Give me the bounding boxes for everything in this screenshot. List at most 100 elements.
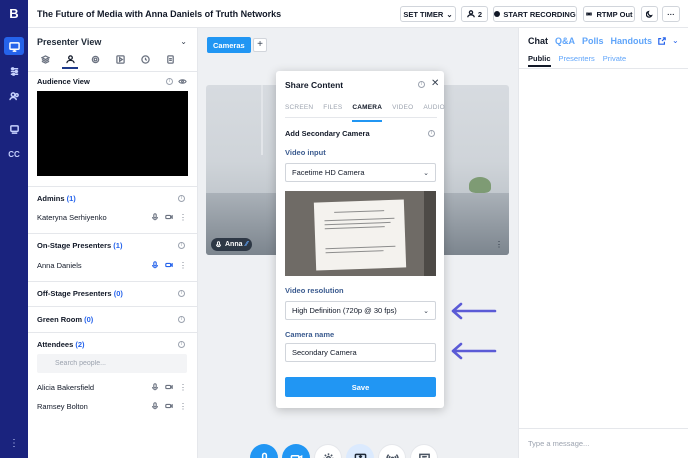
- tab-polls[interactable]: Polls: [582, 36, 604, 46]
- share-content-dialog: Share Content i ✕ SCREEN FILES CAMERA VI…: [276, 71, 445, 408]
- info-icon[interactable]: i: [166, 78, 173, 85]
- eye-icon[interactable]: [178, 78, 187, 85]
- mic-icon[interactable]: [151, 402, 159, 412]
- dark-mode-button[interactable]: [641, 6, 658, 22]
- divider: [28, 233, 198, 234]
- tab-audio[interactable]: AUDIO: [423, 104, 445, 117]
- info-icon[interactable]: i: [178, 316, 185, 323]
- tab-presenter[interactable]: [62, 53, 78, 69]
- message-icon: [418, 453, 430, 458]
- set-timer-button[interactable]: SET TIMER ⌄: [400, 6, 456, 22]
- more-icon[interactable]: ⋮: [179, 262, 187, 270]
- attendee-name: Ramsey Bolton: [37, 402, 88, 411]
- more-options-button[interactable]: ⋮: [4, 434, 24, 452]
- audience-video-preview: [37, 91, 188, 176]
- mic-icon[interactable]: [151, 383, 159, 393]
- camera-icon[interactable]: [165, 261, 173, 271]
- camera-icon[interactable]: [165, 402, 173, 412]
- settings-sliders-button[interactable]: [4, 62, 24, 80]
- attendee-row-controls: ⋮: [151, 402, 187, 412]
- camera-preview: [285, 191, 436, 276]
- tab-qa[interactable]: Q&A: [555, 36, 575, 46]
- video-resolution-select[interactable]: High Definition (720p @ 30 fps) ⌄: [285, 301, 436, 320]
- tab-video[interactable]: VIDEO: [392, 104, 413, 117]
- video-input-select[interactable]: Facetime HD Camera ⌄: [285, 163, 436, 182]
- tab-media[interactable]: [114, 53, 126, 65]
- on-stage-title: On-Stage Presenters (1): [37, 241, 122, 250]
- info-icon[interactable]: i: [178, 341, 185, 348]
- more-icon[interactable]: ⋮: [179, 384, 187, 392]
- settings-button[interactable]: [314, 444, 342, 458]
- person-icon: [467, 10, 475, 18]
- more-icon[interactable]: ⋮: [179, 403, 187, 411]
- rtmp-out-button[interactable]: RTMP Out: [583, 6, 635, 22]
- close-icon[interactable]: ✕: [431, 78, 439, 89]
- more-menu-button[interactable]: ···: [662, 6, 680, 22]
- divider: [28, 332, 198, 333]
- tab-layers[interactable]: [39, 53, 51, 65]
- captions-button[interactable]: [410, 444, 438, 458]
- mic-icon[interactable]: [151, 213, 159, 223]
- info-icon[interactable]: i: [178, 195, 185, 202]
- monitor-icon: [8, 41, 20, 52]
- save-button[interactable]: Save: [285, 377, 436, 397]
- tab-handouts[interactable]: Handouts: [611, 36, 653, 46]
- broadcast-button[interactable]: [4, 120, 24, 138]
- info-icon[interactable]: i: [428, 130, 435, 137]
- chevron-down-icon: ⌄: [423, 307, 429, 315]
- people-button[interactable]: [4, 87, 24, 105]
- tab-camera[interactable]: CAMERA: [352, 104, 382, 122]
- tab-cameras[interactable]: Cameras: [207, 37, 251, 53]
- info-icon[interactable]: i: [178, 290, 185, 297]
- camera-name-value: Secondary Camera: [292, 348, 357, 357]
- tab-notes[interactable]: [164, 53, 176, 65]
- camera-name-input[interactable]: Secondary Camera: [285, 343, 436, 362]
- on-stage-label: On-Stage Presenters: [37, 241, 112, 250]
- admins-count: (1): [66, 194, 76, 203]
- chevron-down-icon[interactable]: ⌄: [672, 36, 679, 45]
- add-layout-button[interactable]: +: [253, 38, 267, 52]
- chevron-down-icon[interactable]: ⌄: [180, 37, 187, 46]
- green-room-label: Green Room: [37, 315, 83, 324]
- divider: [519, 68, 688, 69]
- panel-tabs: [37, 53, 187, 69]
- tab-settings[interactable]: [89, 53, 101, 65]
- section-title: Add Secondary Camera: [285, 129, 370, 138]
- broadcast-button[interactable]: [378, 444, 406, 458]
- annotation-arrow-icon: [449, 341, 497, 361]
- tab-chat[interactable]: Chat: [528, 36, 548, 46]
- tile-more-icon[interactable]: ⋮: [495, 240, 503, 249]
- off-stage-label: Off-Stage Presenters: [37, 289, 112, 298]
- mic-toggle-button[interactable]: [250, 444, 278, 458]
- tab-presenters[interactable]: Presenters: [559, 54, 595, 67]
- mic-icon[interactable]: [151, 261, 159, 271]
- tab-public[interactable]: Public: [528, 54, 551, 67]
- captions-button[interactable]: CC: [4, 145, 24, 163]
- tab-files[interactable]: FILES: [323, 104, 342, 117]
- tab-history[interactable]: [139, 53, 151, 65]
- dialog-title: Share Content: [285, 80, 344, 90]
- attendee-count-button[interactable]: 2: [461, 6, 488, 22]
- divider: [28, 71, 198, 72]
- external-link-icon[interactable]: [658, 37, 666, 45]
- more-icon[interactable]: ⋮: [179, 214, 187, 222]
- chat-message-input[interactable]: [519, 428, 688, 458]
- share-screen-button[interactable]: [346, 444, 374, 458]
- tab-private[interactable]: Private: [603, 54, 626, 67]
- info-icon[interactable]: i: [178, 242, 185, 249]
- moon-icon: [645, 10, 653, 18]
- preview-shadow: [424, 191, 436, 276]
- start-recording-button[interactable]: START RECORDING: [493, 6, 577, 22]
- search-people-input[interactable]: [37, 354, 187, 373]
- info-icon[interactable]: i: [418, 81, 425, 88]
- camera-icon[interactable]: [165, 213, 173, 223]
- tab-screen[interactable]: SCREEN: [285, 104, 313, 117]
- camera-icon[interactable]: [165, 383, 173, 393]
- gear-icon: [322, 452, 334, 458]
- camera-toggle-button[interactable]: [282, 444, 310, 458]
- attendee-name: Alicia Bakersfield: [37, 383, 95, 392]
- camera-name-label: Camera name: [285, 330, 335, 339]
- admin-name: Kateryna Serhiyenko: [37, 213, 107, 222]
- presenter-view-button[interactable]: [4, 37, 24, 55]
- media-icon: [115, 54, 125, 64]
